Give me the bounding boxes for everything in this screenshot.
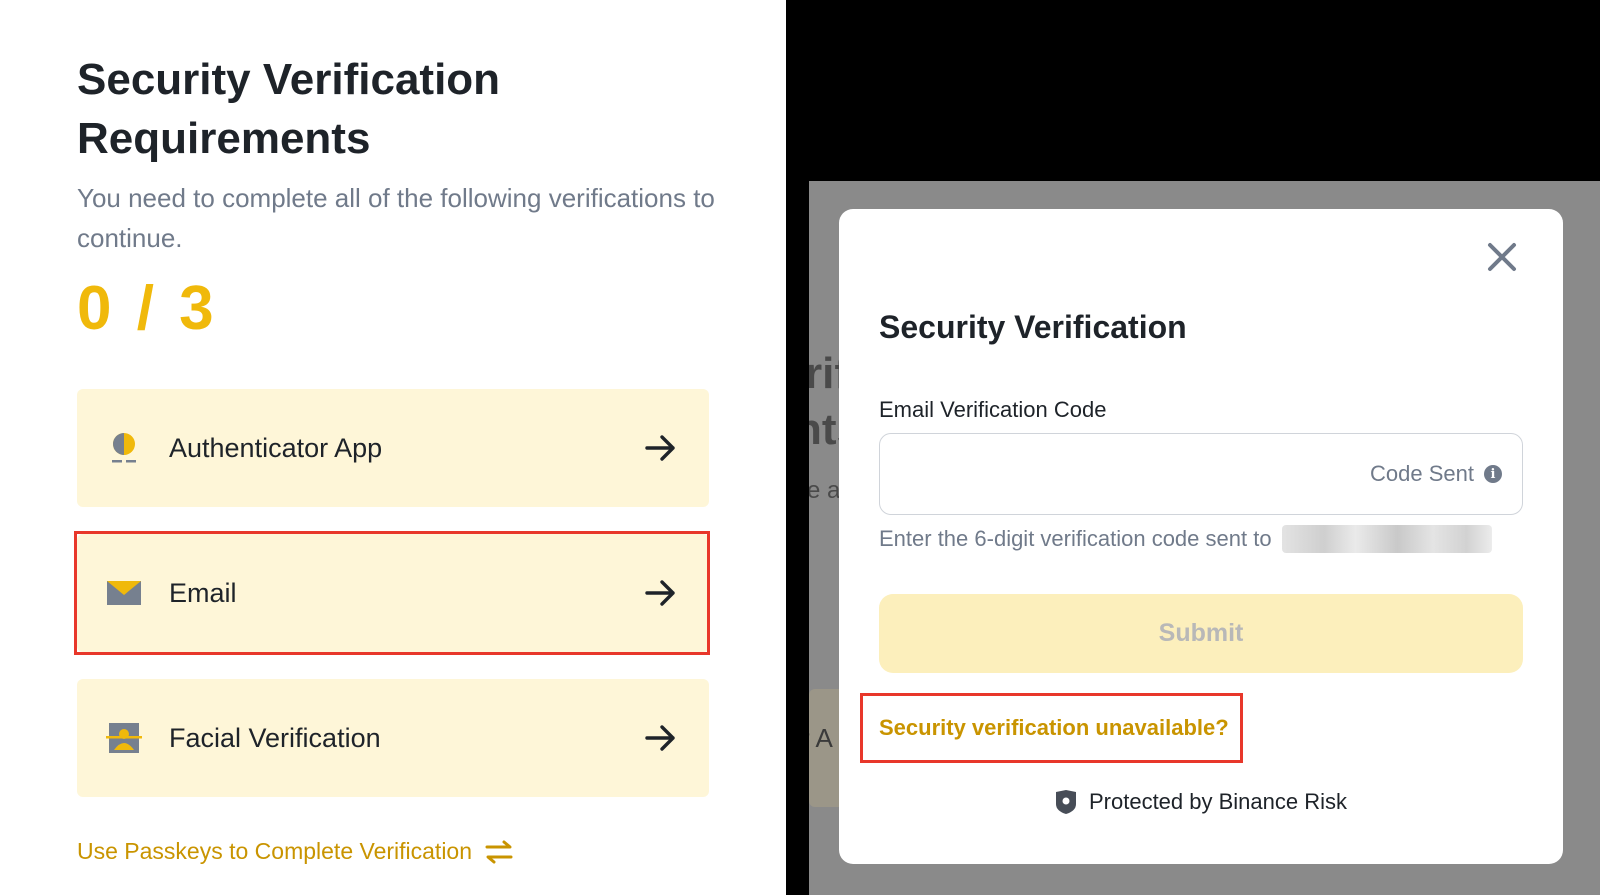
- code-hint-text: Enter the 6-digit verification code sent…: [879, 526, 1272, 551]
- close-icon[interactable]: [1484, 239, 1520, 275]
- use-passkeys-link[interactable]: Use Passkeys to Complete Verification: [77, 838, 514, 865]
- arrow-right-icon: [645, 725, 675, 751]
- authenticator-icon: [112, 433, 136, 463]
- ghost-option-fragment: r A: [809, 723, 833, 753]
- black-strip: [786, 181, 809, 895]
- switch-arrows-icon: [485, 840, 513, 863]
- code-sent-indicator[interactable]: Code Sent i: [1370, 434, 1502, 514]
- authenticator-app-option[interactable]: Authenticator App: [77, 389, 709, 507]
- email-code-field: Code Sent i: [879, 433, 1523, 515]
- page-title: Security Verification Requirements: [77, 55, 501, 163]
- email-icon: [107, 581, 141, 605]
- authenticator-app-label: Authenticator App: [169, 433, 383, 463]
- facial-verification-option[interactable]: Facial Verification: [77, 679, 709, 797]
- modal-title: Security Verification: [879, 309, 1187, 345]
- arrow-right-icon: [645, 435, 675, 461]
- email-option[interactable]: Email: [77, 534, 709, 652]
- facial-verification-label: Facial Verification: [169, 723, 381, 753]
- code-sent-label: Code Sent: [1370, 461, 1474, 486]
- arrow-right-icon: [645, 580, 675, 606]
- face-icon: [106, 723, 142, 753]
- email-code-input[interactable]: [898, 434, 1338, 512]
- email-code-label: Email Verification Code: [879, 397, 1107, 422]
- use-passkeys-label: Use Passkeys to Complete Verification: [77, 838, 473, 864]
- verification-unavailable-link[interactable]: Security verification unavailable?: [879, 715, 1229, 741]
- info-icon[interactable]: i: [1484, 465, 1502, 483]
- shield-icon: [1055, 790, 1076, 814]
- protected-by-footer: Protected by Binance Risk: [839, 789, 1563, 815]
- submit-button[interactable]: Submit: [879, 594, 1523, 673]
- protected-text: Protected by Binance Risk: [1088, 789, 1348, 814]
- code-hint: Enter the 6-digit verification code sent…: [879, 525, 1492, 553]
- email-label: Email: [169, 578, 237, 608]
- security-verification-modal: Security Verification Email Verification…: [839, 209, 1563, 864]
- redacted-email: [1281, 525, 1492, 553]
- verification-requirements-panel: Security Verification Requirements You n…: [0, 0, 786, 895]
- page-subtitle: You need to complete all of the followin…: [77, 183, 715, 253]
- verification-progress: 0 / 3: [77, 274, 218, 343]
- black-band: [786, 0, 1600, 181]
